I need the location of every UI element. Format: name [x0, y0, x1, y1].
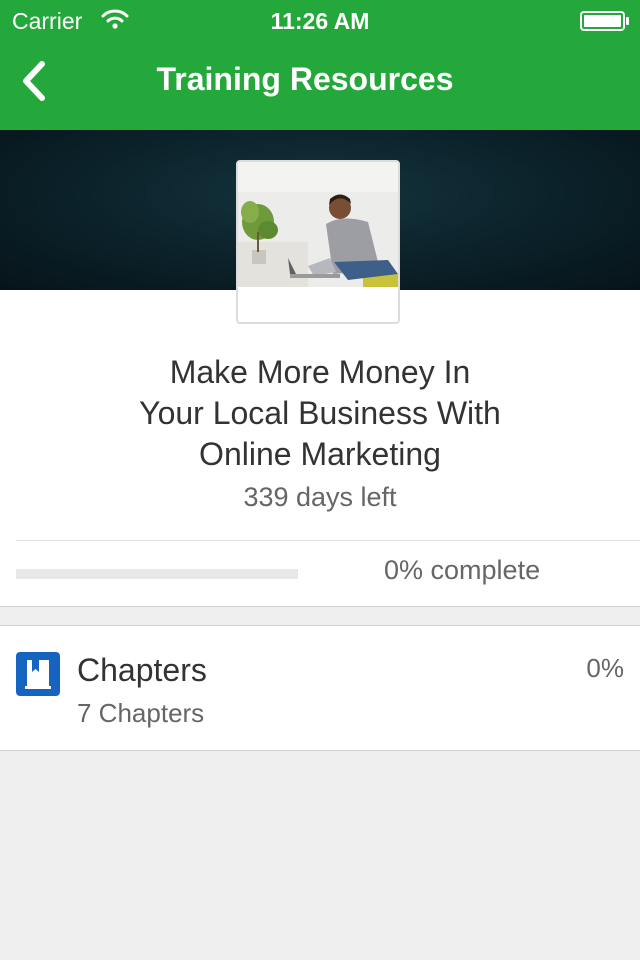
battery-full-icon: [580, 11, 629, 31]
list-item-chapters[interactable]: Chapters 7 Chapters 0%: [0, 625, 640, 751]
course-thumbnail: [236, 160, 400, 324]
progress-bar: [16, 569, 298, 579]
section-count: 7 Chapters: [77, 698, 205, 728]
course-title: Make More Money In Your Local Business W…: [139, 354, 501, 472]
divider: [16, 540, 640, 541]
course-photo-image: [238, 162, 398, 322]
section-percent: 0%: [586, 653, 624, 683]
status-bar: Carrier 11:26 AM: [0, 0, 640, 40]
navigation-bar: Training Resources: [0, 40, 640, 130]
section-name: Chapters: [77, 652, 207, 688]
progress-label: 0% complete: [384, 555, 541, 585]
book-icon: [16, 652, 60, 696]
clock: 11:26 AM: [270, 8, 370, 34]
page-title: Training Resources: [156, 61, 454, 97]
days-left-label: 339 days left: [243, 482, 397, 512]
